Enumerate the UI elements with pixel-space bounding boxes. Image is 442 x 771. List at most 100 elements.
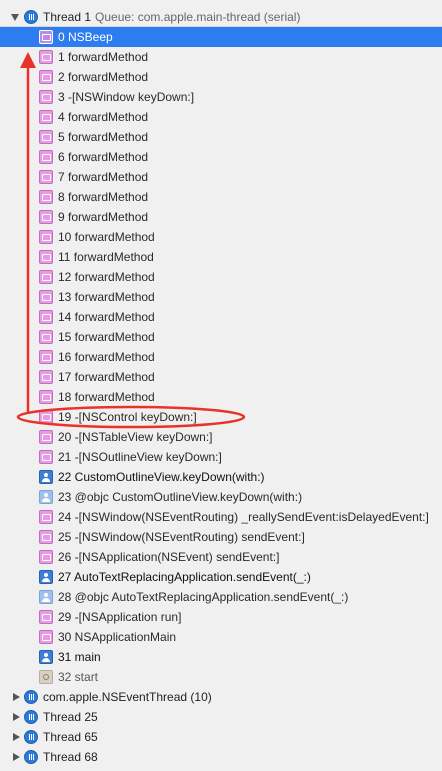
stack-frame-row[interactable]: 28 @objc AutoTextReplacingApplication.se… [0, 587, 442, 607]
library-frame-icon [39, 150, 53, 164]
gear-frame-icon [39, 670, 53, 684]
user-frame-icon [39, 650, 53, 664]
thread-icon [24, 730, 38, 744]
thread-label: com.apple.NSEventThread (10) [43, 690, 212, 704]
stack-frame-row[interactable]: 29 -[NSApplication run] [0, 607, 442, 627]
stack-frame-row[interactable]: 21 -[NSOutlineView keyDown:] [0, 447, 442, 467]
disclosure-triangle-collapsed-icon[interactable] [13, 713, 20, 721]
stack-frame-row[interactable]: 9 forwardMethod [0, 207, 442, 227]
library-frame-icon [39, 630, 53, 644]
stack-frame-row[interactable]: 26 -[NSApplication(NSEvent) sendEvent:] [0, 547, 442, 567]
library-frame-icon [39, 30, 53, 44]
thread-label: Thread 65 [43, 730, 98, 744]
stack-frame-label: 8 forwardMethod [58, 190, 149, 204]
stack-frame-row[interactable]: 2 forwardMethod [0, 67, 442, 87]
stack-frame-row[interactable]: 7 forwardMethod [0, 167, 442, 187]
stack-frame-row[interactable]: 5 forwardMethod [0, 127, 442, 147]
stack-frame-row[interactable]: 19 -[NSControl keyDown:] [0, 407, 442, 427]
stack-frame-label: 9 forwardMethod [58, 210, 149, 224]
thread-icon [24, 10, 38, 24]
thread-row[interactable]: com.apple.NSEventThread (10) [0, 687, 442, 707]
disclosure-triangle-collapsed-icon[interactable] [13, 733, 20, 741]
stack-frame-label: 20 -[NSTableView keyDown:] [58, 430, 213, 444]
thread-row[interactable]: Thread 25 [0, 707, 442, 727]
stack-frame-row[interactable]: 1 forwardMethod [0, 47, 442, 67]
stack-frame-row[interactable]: 25 -[NSWindow(NSEventRouting) sendEvent:… [0, 527, 442, 547]
thread-queue: Queue: com.apple.main-thread (serial) [95, 10, 301, 24]
stack-frame-row[interactable]: 3 -[NSWindow keyDown:] [0, 87, 442, 107]
stack-frame-row[interactable]: 22 CustomOutlineView.keyDown(with:) [0, 467, 442, 487]
stack-frame-label: 31 main [58, 650, 101, 664]
stack-frame-row[interactable]: 18 forwardMethod [0, 387, 442, 407]
library-frame-icon [39, 130, 53, 144]
stack-frame-row[interactable]: 27 AutoTextReplacingApplication.sendEven… [0, 567, 442, 587]
stack-frame-label: 21 -[NSOutlineView keyDown:] [58, 450, 222, 464]
stack-frame-label: 7 forwardMethod [58, 170, 149, 184]
thread-row[interactable]: Thread 65 [0, 727, 442, 747]
user-frame-icon [39, 570, 53, 584]
library-frame-icon [39, 210, 53, 224]
stack-frame-label: 32 start [58, 670, 99, 684]
thread-icon [24, 710, 38, 724]
stack-frame-label: 4 forwardMethod [58, 110, 149, 124]
stack-frame-label: 16 forwardMethod [58, 350, 155, 364]
library-frame-icon [39, 610, 53, 624]
stack-frame-row[interactable]: 17 forwardMethod [0, 367, 442, 387]
library-frame-icon [39, 170, 53, 184]
library-frame-icon [39, 110, 53, 124]
stack-frame-label: 3 -[NSWindow keyDown:] [58, 90, 195, 104]
stack-frame-row[interactable]: 10 forwardMethod [0, 227, 442, 247]
library-frame-icon [39, 410, 53, 424]
stack-frame-row[interactable]: 15 forwardMethod [0, 327, 442, 347]
thread-label: Thread 25 [43, 710, 98, 724]
stack-frame-label: 12 forwardMethod [58, 270, 155, 284]
thread-name: Thread 1 [43, 10, 92, 24]
stack-frame-row[interactable]: 11 forwardMethod [0, 247, 442, 267]
stack-frame-label: 5 forwardMethod [58, 130, 149, 144]
stack-frame-row[interactable]: 32 start [0, 667, 442, 687]
stack-frame-label: 23 @objc CustomOutlineView.keyDown(with:… [58, 490, 303, 504]
library-frame-icon [39, 190, 53, 204]
stack-frame-row[interactable]: 6 forwardMethod [0, 147, 442, 167]
thread-icon [24, 750, 38, 764]
thread-row-main[interactable]: Thread 1 Queue: com.apple.main-thread (se… [0, 7, 442, 27]
stack-frame-label: 1 forwardMethod [58, 50, 149, 64]
library-frame-icon [39, 510, 53, 524]
stack-frame-label: 14 forwardMethod [58, 310, 155, 324]
thread-row[interactable]: Thread 68 [0, 747, 442, 767]
stack-frame-label: 27 AutoTextReplacingApplication.sendEven… [58, 570, 311, 584]
library-frame-icon [39, 270, 53, 284]
library-frame-icon [39, 90, 53, 104]
stack-frame-row[interactable]: 12 forwardMethod [0, 267, 442, 287]
stack-frame-label: 19 -[NSControl keyDown:] [58, 410, 197, 424]
stack-frame-label: 0 NSBeep [58, 30, 113, 44]
stack-frame-label: 17 forwardMethod [58, 370, 155, 384]
stack-frame-row[interactable]: 30 NSApplicationMain [0, 627, 442, 647]
stack-frame-row[interactable]: 31 main [0, 647, 442, 667]
stack-frame-label: 11 forwardMethod [58, 250, 154, 264]
stack-frame-label: 28 @objc AutoTextReplacingApplication.se… [58, 590, 349, 604]
library-frame-icon [39, 230, 53, 244]
disclosure-triangle-collapsed-icon[interactable] [13, 693, 20, 701]
library-frame-icon [39, 50, 53, 64]
stack-frame-row[interactable]: 0 NSBeep [0, 27, 442, 47]
stack-frame-row[interactable]: 24 -[NSWindow(NSEventRouting) _reallySen… [0, 507, 442, 527]
library-frame-icon [39, 370, 53, 384]
stack-frame-label: 26 -[NSApplication(NSEvent) sendEvent:] [58, 550, 280, 564]
stack-frame-row[interactable]: 13 forwardMethod [0, 287, 442, 307]
library-frame-icon [39, 430, 53, 444]
stack-frame-label: 29 -[NSApplication run] [58, 610, 182, 624]
stack-frame-row[interactable]: 14 forwardMethod [0, 307, 442, 327]
stack-frame-row[interactable]: 23 @objc CustomOutlineView.keyDown(with:… [0, 487, 442, 507]
disclosure-triangle-collapsed-icon[interactable] [13, 753, 20, 761]
disclosure-triangle-expanded-icon[interactable] [11, 14, 19, 21]
stack-frame-row[interactable]: 4 forwardMethod [0, 107, 442, 127]
stack-frame-label: 6 forwardMethod [58, 150, 149, 164]
stack-frame-label: 18 forwardMethod [58, 390, 155, 404]
stack-frame-row[interactable]: 8 forwardMethod [0, 187, 442, 207]
stack-frame-label: 13 forwardMethod [58, 290, 155, 304]
library-frame-icon [39, 290, 53, 304]
stack-frame-row[interactable]: 20 -[NSTableView keyDown:] [0, 427, 442, 447]
other-threads: com.apple.NSEventThread (10) Thread 25 Thr… [0, 687, 442, 767]
stack-frame-row[interactable]: 16 forwardMethod [0, 347, 442, 367]
